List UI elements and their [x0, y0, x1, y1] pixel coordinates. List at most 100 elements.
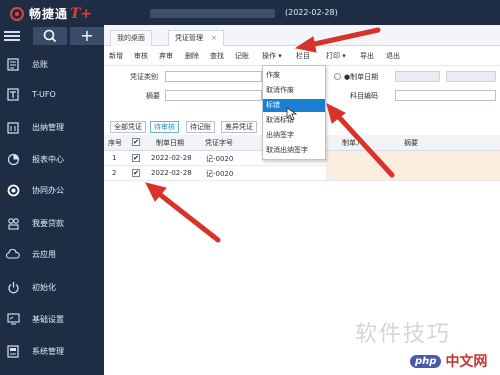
- filter-tab-error[interactable]: 差异凭证: [221, 121, 257, 133]
- sidebar: + 总账 T-UFO 出纳管理 报表中心 协同办公 我要贷款 云应用 初始化 基…: [0, 25, 104, 375]
- sidebar-tools: +: [0, 25, 104, 47]
- menu-item-void[interactable]: 作废: [263, 69, 325, 82]
- cell-seq: 2: [112, 169, 117, 177]
- sidebar-item-label: T-UFO: [32, 89, 56, 99]
- header-summary: 摘要: [404, 139, 418, 147]
- menu-item-mark-error[interactable]: 标错: [263, 99, 325, 112]
- row-highlight: [326, 166, 500, 180]
- arrow-head: [145, 182, 167, 202]
- sidebar-item-label: 报表中心: [32, 154, 64, 164]
- find-button[interactable]: 查找: [210, 51, 224, 61]
- select-all-checkbox[interactable]: ✔: [132, 138, 140, 146]
- pie-chart-icon: [6, 152, 20, 166]
- filter-tab-to-post[interactable]: 待记账: [186, 121, 215, 133]
- exit-button[interactable]: 退出: [386, 51, 400, 61]
- summary-label: 摘要: [146, 92, 160, 100]
- power-icon: [6, 280, 20, 294]
- cell-voucher-no: 记-0020: [206, 155, 234, 163]
- watermark-text: 软件技巧: [355, 322, 452, 347]
- sidebar-item-cloud[interactable]: 云应用: [0, 244, 104, 264]
- sidebar-item-label: 协同办公: [32, 185, 64, 195]
- sidebar-item-init[interactable]: 初始化: [0, 277, 104, 297]
- sidebar-item-cashier[interactable]: 出纳管理: [0, 117, 104, 137]
- audit-button[interactable]: 审核: [134, 51, 148, 61]
- columns-button[interactable]: 栏目: [296, 51, 310, 61]
- loan-icon: [6, 216, 20, 230]
- filter-tab-label: 全部凭证: [114, 123, 142, 131]
- sidebar-item-label: 系统管理: [32, 346, 64, 356]
- sidebar-item-system[interactable]: 系统管理: [0, 341, 104, 361]
- row-checkbox[interactable]: ✔: [132, 169, 140, 177]
- delete-button[interactable]: 删除: [185, 51, 199, 61]
- collab-icon: [6, 183, 20, 197]
- php-text: 中文网: [445, 354, 488, 370]
- header-date: 制单日期: [156, 139, 184, 147]
- date-from-input[interactable]: [395, 71, 440, 82]
- php-badge: php: [410, 354, 442, 368]
- sidebar-item-label: 总账: [32, 59, 48, 69]
- summary-input[interactable]: [165, 90, 262, 101]
- sidebar-item-label: 我要贷款: [32, 218, 64, 228]
- filter-tab-label: 差异凭证: [225, 123, 253, 131]
- sidebar-item-basic-settings[interactable]: 基础设置: [0, 309, 104, 329]
- sidebar-search-button[interactable]: [33, 27, 67, 45]
- redacted-account-info: [150, 9, 275, 18]
- sidebar-item-ledger[interactable]: 总账: [0, 54, 104, 74]
- cancel-audit-button[interactable]: 弃审: [159, 51, 173, 61]
- cell-seq: 1: [112, 154, 117, 162]
- table-row[interactable]: 2 ✔ 2022-02-28 记-0020: [104, 166, 500, 181]
- cloud-icon: [6, 247, 20, 261]
- logo-suffix: T+: [70, 5, 93, 22]
- cell-date: 2022-02-28: [151, 169, 192, 177]
- hamburger-menu-icon[interactable]: [4, 31, 20, 41]
- post-button[interactable]: 记账: [235, 51, 249, 61]
- app-logo: 畅捷通 T+: [10, 5, 92, 22]
- row-checkbox[interactable]: ✔: [132, 154, 140, 162]
- sidebar-item-loan[interactable]: 我要贷款: [0, 213, 104, 233]
- logo-text: 畅捷通: [29, 7, 69, 21]
- account-code-input[interactable]: [395, 90, 496, 101]
- sidebar-item-tufo[interactable]: T-UFO: [0, 84, 104, 104]
- close-icon[interactable]: ×: [211, 34, 217, 42]
- arrow-head: [326, 103, 346, 124]
- sidebar-add-button[interactable]: +: [70, 27, 104, 45]
- tab-label: 我的桌面: [117, 34, 145, 42]
- voucher-type-label: 凭证类别: [130, 73, 158, 81]
- filter-tab-label: 待记账: [190, 123, 211, 131]
- menu-item-cancel-void[interactable]: 取消作废: [263, 84, 325, 97]
- operate-menu-button[interactable]: 操作 ▾: [262, 51, 282, 61]
- filter-tab-to-audit[interactable]: 待审核: [150, 121, 179, 133]
- row-highlight: [326, 151, 500, 165]
- export-button[interactable]: 导出: [360, 51, 374, 61]
- operate-dropdown-menu: 作废 取消作废 标错 取消标错 出纳签字 取消出纳签字: [262, 65, 326, 160]
- menu-item-cashier-sign[interactable]: 出纳签字: [263, 129, 325, 142]
- sidebar-item-collab[interactable]: 协同办公: [0, 180, 104, 200]
- sidebar-item-label: 初始化: [32, 282, 56, 292]
- filter-tab-label: 待审核: [154, 123, 175, 131]
- sidebar-item-label: 云应用: [32, 249, 56, 259]
- menu-item-cancel-cashier-sign[interactable]: 取消出纳签字: [263, 144, 325, 157]
- tab-voucher-management[interactable]: 凭证管理 ×: [168, 30, 224, 46]
- php-watermark: php 中文网: [410, 351, 487, 371]
- cashier-icon: [6, 120, 20, 134]
- account-code-label: 科目编码: [350, 92, 378, 100]
- header-voucher-no: 凭证字号: [205, 139, 233, 147]
- page-tabs: 我的桌面 凭证管理 ×: [104, 25, 500, 46]
- menu-item-cancel-mark-error[interactable]: 取消标错: [263, 114, 325, 127]
- sidebar-item-label: 基础设置: [32, 314, 64, 324]
- ledger-icon: [6, 57, 20, 71]
- print-menu-button[interactable]: 打印 ▾: [326, 51, 346, 61]
- voucher-type-input[interactable]: [165, 71, 262, 82]
- arrow-to-row-checkbox: [155, 190, 221, 243]
- cell-date: 2022-02-28: [151, 154, 192, 162]
- sidebar-item-report-center[interactable]: 报表中心: [0, 149, 104, 169]
- filter-tab-all[interactable]: 全部凭证: [110, 121, 146, 133]
- new-button[interactable]: 新增: [109, 51, 123, 61]
- header-maker: 制单人: [342, 139, 363, 147]
- tab-label: 凭证管理: [175, 34, 203, 42]
- header-seq: 序号: [108, 139, 122, 147]
- date-to-input[interactable]: [446, 71, 496, 82]
- date-radio[interactable]: [334, 73, 341, 80]
- tab-desktop[interactable]: 我的桌面: [110, 30, 152, 46]
- logo-mark-icon: [10, 6, 24, 21]
